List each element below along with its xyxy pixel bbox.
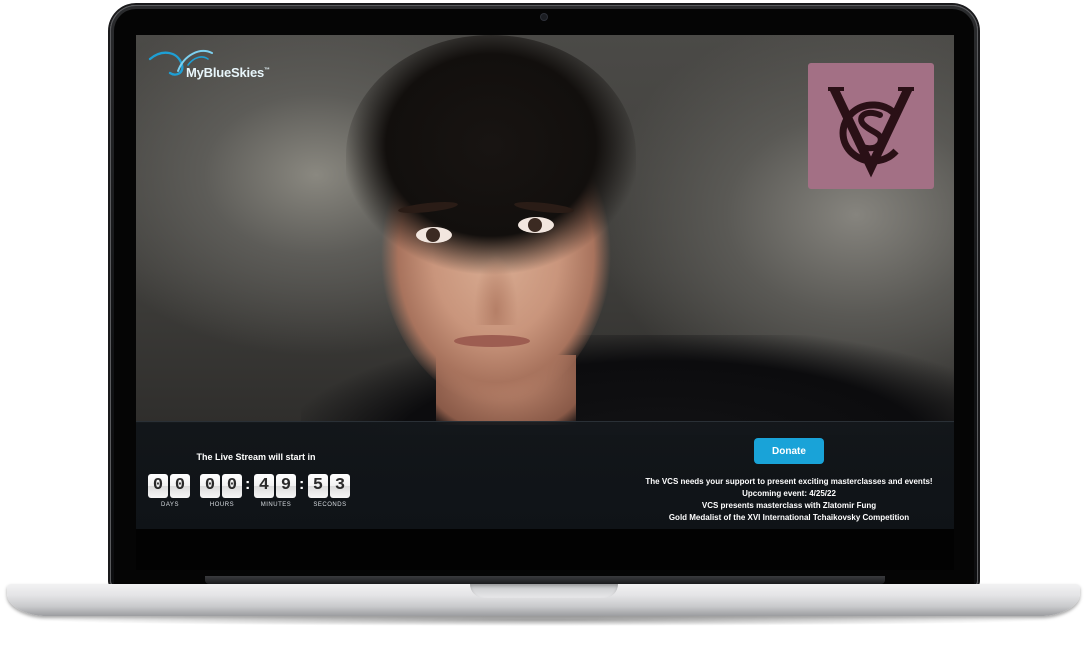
brand-name: MyBlueSkies <box>186 65 265 80</box>
info-gold-medalist: Gold Medalist of the XVI International T… <box>668 513 910 522</box>
hours-digit-1: 0 <box>200 474 220 498</box>
minutes-digit-2: 9 <box>276 474 296 498</box>
screen: MyBlueSkies™ The Live Stream will start … <box>136 35 954 570</box>
minutes-digit-1: 4 <box>254 474 274 498</box>
vcs-monogram-badge <box>808 63 934 189</box>
laptop-notch <box>470 584 618 598</box>
seconds-digit-1: 5 <box>308 474 328 498</box>
days-label: DAYS <box>161 502 179 508</box>
screen-bottom-area <box>136 529 954 570</box>
photo-nose <box>474 255 518 325</box>
logo-text: MyBlueSkies™ <box>186 65 270 80</box>
hours-digit-2: 0 <box>222 474 242 498</box>
info-masterclass: VCS presents masterclass with Zlatomir F… <box>701 501 877 510</box>
vcs-monogram-icon <box>828 87 914 178</box>
photo-eye-left <box>416 227 452 243</box>
days-digit-1: 0 <box>148 474 168 498</box>
brand-trademark: ™ <box>264 67 270 74</box>
laptop-hinge <box>205 576 885 584</box>
photo-eye-right <box>518 217 554 233</box>
seconds-label: SECONDS <box>313 502 347 508</box>
photo-hair <box>346 35 636 275</box>
minutes-label: MINUTES <box>260 502 292 508</box>
bottom-bar: The Live Stream will start in 0 0 DAYS 0… <box>136 421 954 530</box>
info-upcoming-event: Upcoming event: 4/25/22 <box>742 489 836 498</box>
photo-mouth <box>454 335 530 347</box>
info-support-text: The VCS needs your support to present ex… <box>645 477 933 486</box>
photo-jacket <box>301 335 954 435</box>
countdown-colon: : <box>245 476 251 493</box>
myblueskies-logo[interactable]: MyBlueSkies™ <box>148 45 278 81</box>
days-digit-2: 0 <box>170 474 190 498</box>
donate-button[interactable]: Donate <box>754 438 824 464</box>
hours-label: HOURS <box>209 502 235 508</box>
countdown-colon: : <box>299 476 305 493</box>
event-info: The VCS needs your support to present ex… <box>626 476 952 524</box>
webcam-icon <box>541 14 547 20</box>
seconds-digit-2: 3 <box>330 474 350 498</box>
countdown-title: The Live Stream will start in <box>196 452 316 462</box>
